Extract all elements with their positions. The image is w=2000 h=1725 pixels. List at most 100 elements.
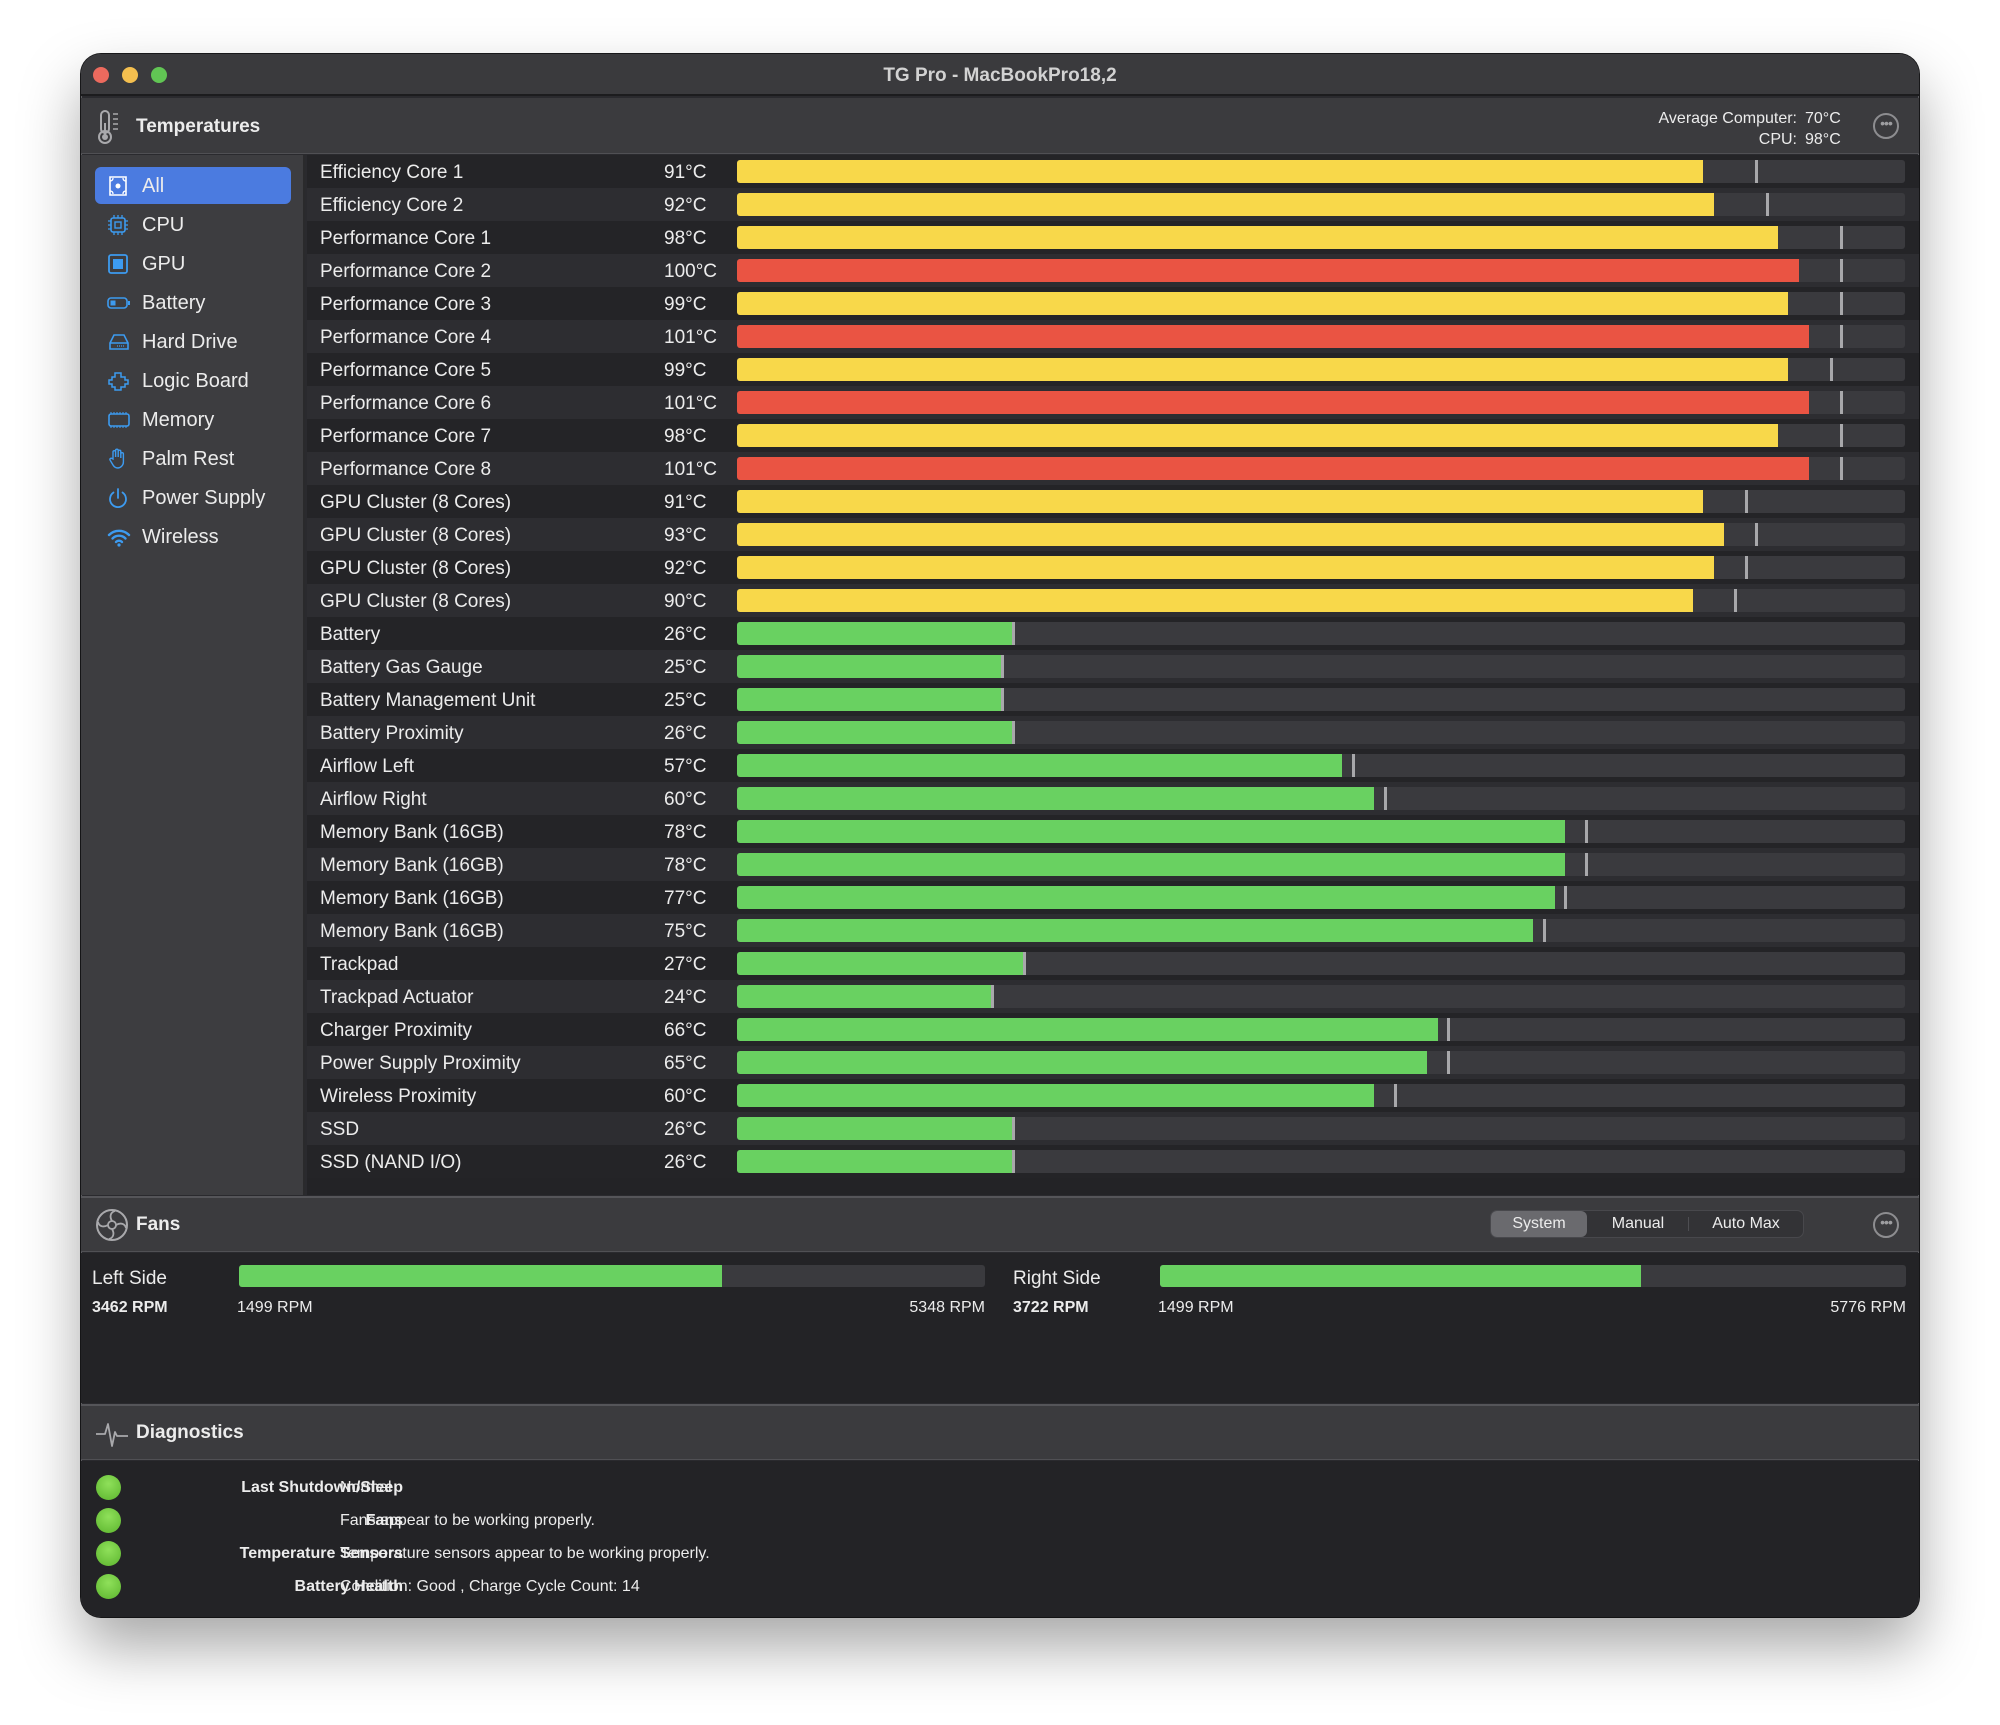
temperatures-more-button[interactable]: ••• bbox=[1873, 113, 1899, 139]
sidebar-item-power-supply[interactable]: Power Supply bbox=[95, 479, 291, 516]
sensor-row[interactable]: Performance Core 2 100°C bbox=[307, 254, 1919, 287]
wireless-icon bbox=[107, 526, 131, 548]
fans-more-button[interactable]: ••• bbox=[1873, 1212, 1899, 1238]
temperature-bar bbox=[737, 886, 1905, 909]
max-temperature-marker bbox=[1840, 226, 1844, 249]
temperature-bar bbox=[737, 919, 1905, 942]
max-temperature-marker bbox=[1840, 457, 1844, 480]
sidebar-item-label: Hard Drive bbox=[142, 331, 238, 353]
temperature-bar bbox=[737, 1117, 1905, 1140]
battery-icon bbox=[107, 292, 130, 314]
status-good-icon bbox=[96, 1475, 121, 1500]
summary-average: Average Computer: 70°C bbox=[1659, 108, 1847, 129]
fan-mode-system[interactable]: System bbox=[1491, 1211, 1587, 1237]
temperature-bar-fill bbox=[737, 358, 1789, 381]
max-temperature-marker bbox=[1840, 391, 1844, 414]
sensor-row[interactable]: Memory Bank (16GB) 77°C bbox=[307, 881, 1919, 914]
sensor-row[interactable]: Performance Core 5 99°C bbox=[307, 353, 1919, 386]
sensor-row[interactable]: Trackpad Actuator 24°C bbox=[307, 980, 1919, 1013]
all-icon bbox=[107, 175, 129, 197]
cpu-icon bbox=[107, 214, 129, 236]
sidebar-item-gpu[interactable]: GPU bbox=[95, 245, 291, 282]
sidebar-item-label: Memory bbox=[142, 409, 215, 431]
diagnostic-value: Normal bbox=[340, 1479, 392, 1496]
sensor-row[interactable]: SSD 26°C bbox=[307, 1112, 1919, 1145]
sensor-row[interactable]: Battery Proximity 26°C bbox=[307, 716, 1919, 749]
sensor-row[interactable]: Performance Core 6 101°C bbox=[307, 386, 1919, 419]
sensor-row[interactable]: Performance Core 1 98°C bbox=[307, 221, 1919, 254]
sensor-row[interactable]: GPU Cluster (8 Cores) 90°C bbox=[307, 584, 1919, 617]
sensor-row[interactable]: Memory Bank (16GB) 78°C bbox=[307, 848, 1919, 881]
sensor-temperature: 91°C bbox=[664, 492, 707, 513]
sensor-row[interactable]: Trackpad 27°C bbox=[307, 947, 1919, 980]
fan-mode-segmented-control: System Manual Auto Max bbox=[1490, 1210, 1804, 1238]
temperature-bar-fill bbox=[737, 952, 1024, 975]
sensor-row[interactable]: GPU Cluster (8 Cores) 93°C bbox=[307, 518, 1919, 551]
sensor-row[interactable]: Airflow Right 60°C bbox=[307, 782, 1919, 815]
gpu-icon bbox=[107, 253, 129, 275]
fan-mode-manual[interactable]: Manual bbox=[1589, 1211, 1687, 1237]
sensor-row[interactable]: Memory Bank (16GB) 75°C bbox=[307, 914, 1919, 947]
sensor-row[interactable]: Charger Proximity 66°C bbox=[307, 1013, 1919, 1046]
summary-label: Average Computer: bbox=[1658, 110, 1797, 127]
sidebar-item-memory[interactable]: Memory bbox=[95, 401, 291, 438]
sensor-name: Efficiency Core 2 bbox=[320, 195, 464, 216]
diagnostics-panel: Last Shutdown/Sleep Normal Fans Fans app… bbox=[81, 1461, 1919, 1617]
sensor-row[interactable]: Airflow Left 57°C bbox=[307, 749, 1919, 782]
sidebar-item-cpu[interactable]: CPU bbox=[95, 206, 291, 243]
sidebar-item-hard-drive[interactable]: Hard Drive bbox=[95, 323, 291, 360]
hard-drive-icon bbox=[107, 331, 129, 353]
sensor-row[interactable]: Performance Core 3 99°C bbox=[307, 287, 1919, 320]
sensor-name: Performance Core 5 bbox=[320, 360, 492, 381]
temperature-bar-fill bbox=[737, 754, 1343, 777]
temperature-bar bbox=[737, 325, 1905, 348]
sensor-row[interactable]: GPU Cluster (8 Cores) 91°C bbox=[307, 485, 1919, 518]
max-temperature-marker bbox=[1840, 292, 1844, 315]
max-temperature-marker bbox=[1383, 787, 1387, 810]
max-temperature-marker bbox=[1564, 886, 1568, 909]
sensor-name: Performance Core 3 bbox=[320, 294, 492, 315]
sensor-row[interactable]: Battery Gas Gauge 25°C bbox=[307, 650, 1919, 683]
fan-name: Right Side bbox=[1013, 1268, 1101, 1289]
sensor-row[interactable]: GPU Cluster (8 Cores) 92°C bbox=[307, 551, 1919, 584]
sensor-row[interactable]: Power Supply Proximity 65°C bbox=[307, 1046, 1919, 1079]
fan-name: Left Side bbox=[92, 1268, 167, 1289]
diagnostic-row: Battery Health Condition: Good , Charge … bbox=[81, 1571, 981, 1604]
temperature-summary: Average Computer: 70°C CPU: 98°C bbox=[1659, 108, 1847, 150]
sidebar-item-all[interactable]: All bbox=[95, 167, 291, 204]
max-temperature-marker bbox=[1394, 1084, 1398, 1107]
fan-current-rpm: 3722 RPM bbox=[1013, 1299, 1089, 1316]
sidebar-item-wireless[interactable]: Wireless bbox=[95, 518, 291, 555]
sensor-row[interactable]: Performance Core 7 98°C bbox=[307, 419, 1919, 452]
temperature-bar-fill bbox=[737, 391, 1810, 414]
sensor-name: Efficiency Core 1 bbox=[320, 162, 464, 183]
temperature-bar-fill bbox=[737, 160, 1704, 183]
sidebar-item-palm-rest[interactable]: Palm Rest bbox=[95, 440, 291, 477]
sensor-row[interactable]: Efficiency Core 1 91°C bbox=[307, 155, 1919, 188]
sensor-row[interactable]: Memory Bank (16GB) 78°C bbox=[307, 815, 1919, 848]
sensor-row[interactable]: Performance Core 8 101°C bbox=[307, 452, 1919, 485]
fan-mode-auto-max[interactable]: Auto Max bbox=[1689, 1211, 1803, 1237]
app-window: TG Pro - MacBookPro18,2 Temperatures Ave… bbox=[81, 54, 1919, 1617]
sensor-row[interactable]: Efficiency Core 2 92°C bbox=[307, 188, 1919, 221]
sensor-row[interactable]: Wireless Proximity 60°C bbox=[307, 1079, 1919, 1112]
sensor-row[interactable]: Battery Management Unit 25°C bbox=[307, 683, 1919, 716]
diagnostic-row: Temperature Sensors Temperature sensors … bbox=[81, 1538, 981, 1571]
temperature-bar bbox=[737, 160, 1905, 183]
sensor-row[interactable]: Performance Core 4 101°C bbox=[307, 320, 1919, 353]
temperature-bar bbox=[737, 523, 1905, 546]
temperature-bar bbox=[737, 754, 1905, 777]
fan-max-rpm: 5776 RPM bbox=[1830, 1299, 1906, 1316]
max-temperature-marker bbox=[1734, 589, 1738, 612]
sidebar-item-battery[interactable]: Battery bbox=[95, 284, 291, 321]
temperature-bar bbox=[737, 622, 1905, 645]
diagnostics-title: Diagnostics bbox=[136, 1422, 244, 1443]
fan-speed-bar bbox=[239, 1265, 985, 1287]
sensor-row[interactable]: SSD (NAND I/O) 26°C bbox=[307, 1145, 1919, 1178]
sidebar-item-logic-board[interactable]: Logic Board bbox=[95, 362, 291, 399]
sensor-name: GPU Cluster (8 Cores) bbox=[320, 525, 512, 546]
sensor-row[interactable]: Battery 26°C bbox=[307, 617, 1919, 650]
max-temperature-marker bbox=[1351, 754, 1355, 777]
temperature-bar bbox=[737, 985, 1905, 1008]
power-supply-icon bbox=[107, 487, 129, 509]
